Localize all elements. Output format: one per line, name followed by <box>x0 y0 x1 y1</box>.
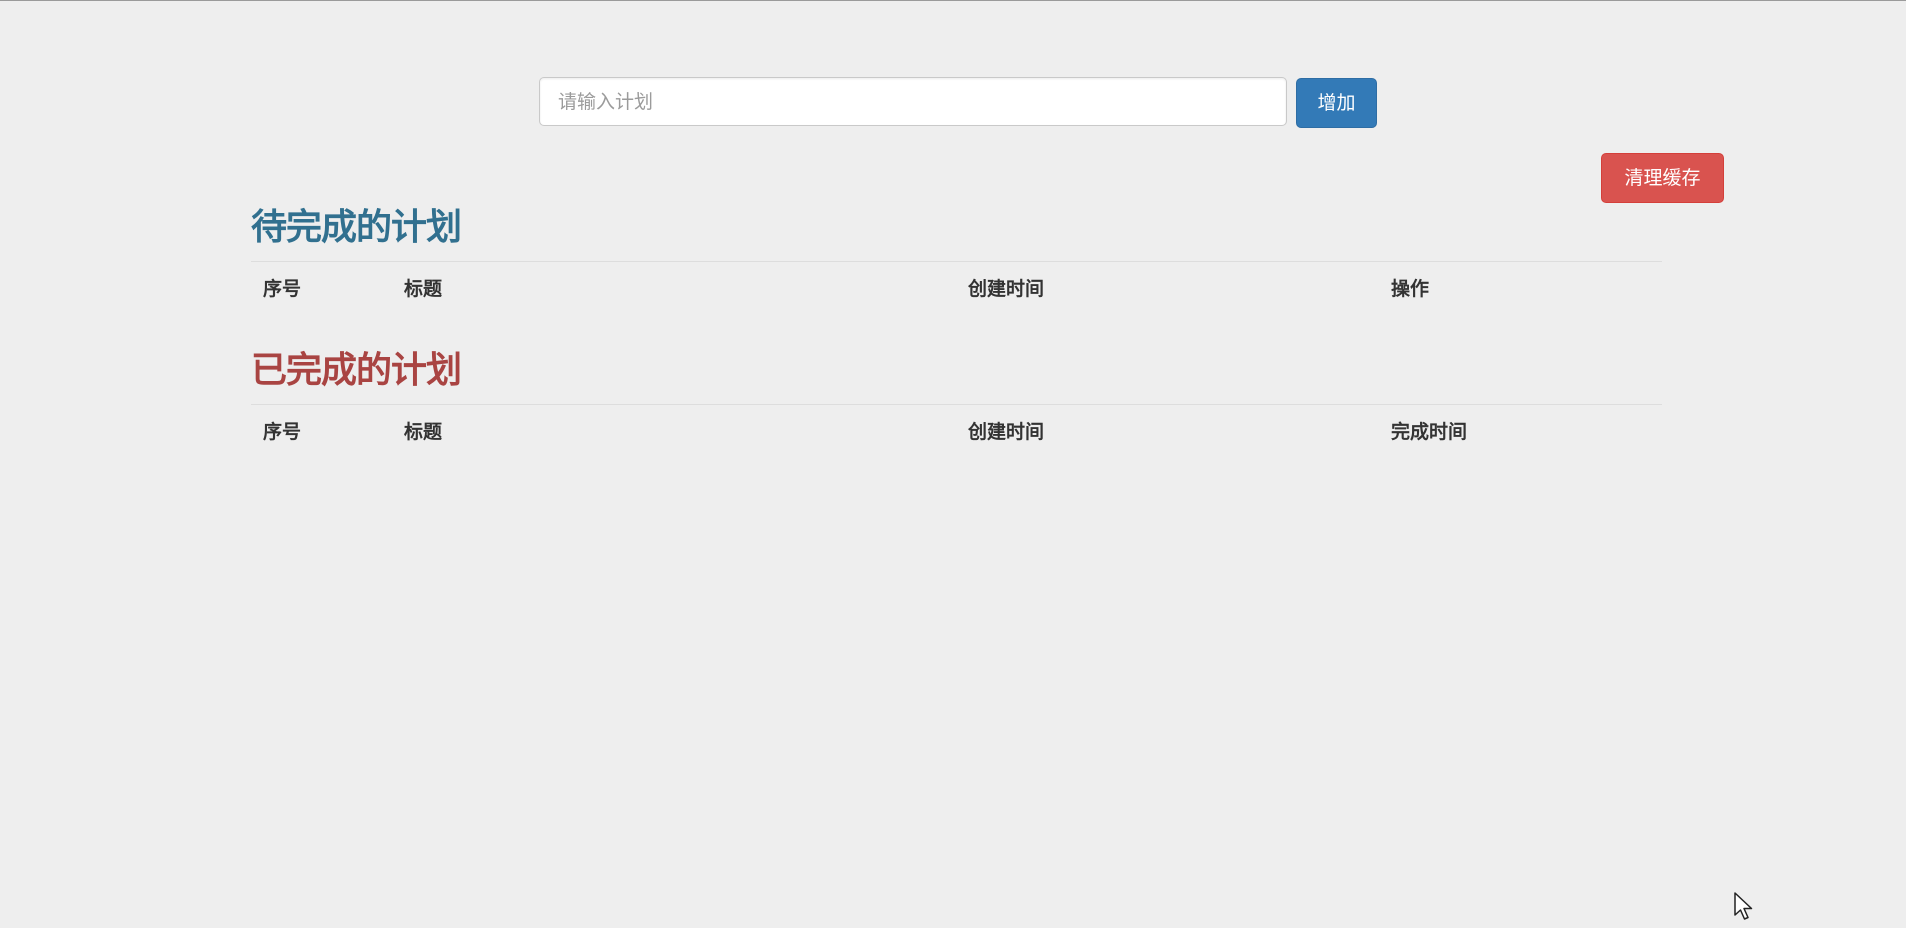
add-plan-toolbar: 增加 <box>539 77 1377 128</box>
todo-section: 待完成的计划 序号 标题 创建时间 操作 <box>251 203 1662 318</box>
todo-section-title: 待完成的计划 <box>251 207 462 248</box>
column-header-title: 标题 <box>404 278 443 300</box>
column-header-index: 序号 <box>263 278 302 300</box>
add-button[interactable]: 增加 <box>1296 78 1377 128</box>
done-section: 已完成的计划 序号 标题 创建时间 完成时间 <box>251 346 1662 461</box>
plan-input[interactable] <box>539 77 1287 126</box>
column-header-title: 标题 <box>404 421 443 443</box>
column-header-completed-time: 完成时间 <box>1391 421 1468 443</box>
column-header-action: 操作 <box>1391 278 1430 300</box>
column-header-created-time: 创建时间 <box>968 278 1045 300</box>
todo-table-header: 序号 标题 创建时间 操作 <box>251 261 1662 318</box>
done-section-title: 已完成的计划 <box>251 350 462 391</box>
clear-cache-button[interactable]: 清理缓存 <box>1601 153 1724 203</box>
done-table-header: 序号 标题 创建时间 完成时间 <box>251 404 1662 461</box>
column-header-index: 序号 <box>263 421 302 443</box>
column-header-created-time: 创建时间 <box>968 421 1045 443</box>
mouse-pointer-icon <box>1734 892 1753 920</box>
